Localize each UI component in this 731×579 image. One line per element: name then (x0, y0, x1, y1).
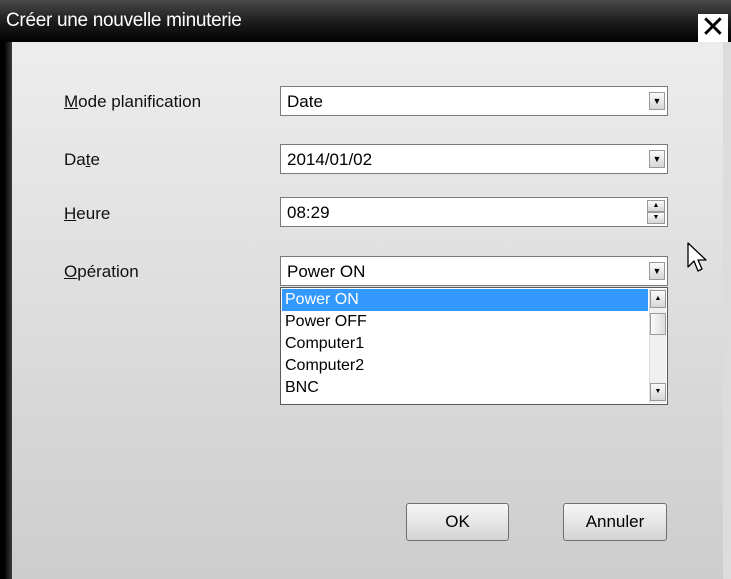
date-label: Date (64, 150, 100, 170)
list-item[interactable]: Power ON (282, 289, 648, 311)
mouse-pointer-icon (687, 242, 707, 272)
date-select[interactable]: 2014/01/02 ▼ (280, 144, 668, 174)
list-item[interactable]: BNC (282, 377, 648, 399)
heure-label-text: eure (76, 204, 111, 223)
operation-dropdown-list: Power ON Power OFF Computer1 Computer2 B… (280, 287, 668, 405)
date-label-text-pre: Da (64, 150, 86, 169)
chevron-down-icon[interactable]: ▼ (649, 262, 665, 280)
ok-button[interactable]: OK (406, 503, 509, 541)
date-value: 2014/01/02 (287, 150, 373, 169)
mode-label: Mode planification (64, 92, 201, 112)
time-spinner: ▲ ▼ (647, 200, 665, 224)
list-scrollbar[interactable]: ▲ ▼ (649, 289, 666, 403)
scroll-thumb[interactable] (650, 313, 666, 335)
chevron-down-icon[interactable]: ▼ (649, 92, 665, 110)
dialog-title: Créer une nouvelle minuterie (6, 10, 242, 31)
list-item[interactable]: Computer1 (282, 333, 648, 355)
window-frame-right (723, 42, 731, 579)
list-item[interactable]: Power OFF (282, 311, 648, 333)
close-button[interactable]: ✕ (698, 13, 728, 43)
mode-label-text: ode planification (78, 92, 202, 111)
spin-up-icon[interactable]: ▲ (647, 200, 665, 212)
heure-value: 08:29 (287, 203, 330, 222)
operation-label-accesskey: O (64, 262, 78, 281)
list-item[interactable]: Computer2 (282, 355, 648, 377)
operation-value: Power ON (287, 262, 366, 281)
chevron-down-icon[interactable]: ▼ (649, 150, 665, 168)
close-icon: ✕ (700, 10, 726, 45)
mode-value: Date (287, 92, 323, 111)
cancel-button[interactable]: Annuler (563, 503, 667, 541)
heure-label: Heure (64, 204, 110, 224)
date-label-text: e (90, 150, 100, 169)
heure-label-accesskey: H (64, 204, 77, 223)
heure-spin-field[interactable]: 08:29 ▲ ▼ (280, 197, 668, 227)
create-timer-dialog: Créer une nouvelle minuterie ✕ Mode plan… (0, 0, 731, 579)
mode-select[interactable]: Date ▼ (280, 86, 668, 116)
window-frame-left (0, 42, 12, 579)
scroll-up-icon[interactable]: ▲ (650, 290, 666, 308)
operation-label-text: pération (77, 262, 139, 281)
title-bar: Créer une nouvelle minuterie (0, 0, 731, 42)
mode-label-accesskey: M (64, 92, 79, 111)
operation-select[interactable]: Power ON ▼ (280, 256, 668, 286)
operation-label: Opération (64, 262, 139, 282)
scroll-down-icon[interactable]: ▼ (650, 383, 666, 401)
spin-down-icon[interactable]: ▼ (647, 212, 665, 224)
